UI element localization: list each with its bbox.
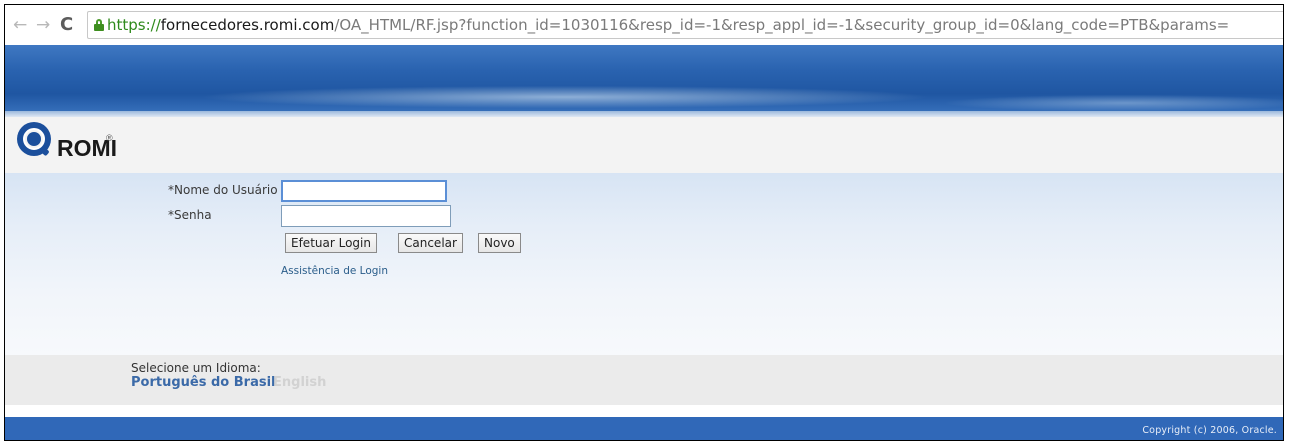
cancel-button[interactable]: Cancelar: [398, 233, 463, 253]
url-host: fornecedores.romi.com: [160, 16, 335, 34]
username-input[interactable]: [281, 180, 447, 202]
romi-logo-icon: [17, 122, 51, 157]
registered-mark: ®: [106, 133, 113, 143]
username-label: *Nome do Usuário: [168, 183, 278, 197]
url-scheme: https://: [107, 16, 161, 34]
language-label: Selecione um Idioma:: [131, 361, 261, 375]
login-form: [5, 173, 1283, 355]
lock-icon: [94, 19, 104, 31]
password-input[interactable]: [281, 205, 451, 227]
copyright-text: Copyright (c) 2006, Oracle.: [1142, 425, 1277, 436]
language-current: Português do Brasil: [131, 375, 276, 390]
url-path: /OA_HTML/RF.jsp?function_id=1030116&resp…: [334, 16, 1230, 34]
address-bar[interactable]: https://fornecedores.romi.com/OA_HTML/RF…: [87, 11, 1283, 39]
language-english-link[interactable]: English: [273, 375, 326, 390]
browser-toolbar: ← → C https://fornecedores.romi.com/OA_H…: [5, 5, 1283, 46]
header-banner: [5, 45, 1283, 115]
login-button[interactable]: Efetuar Login: [285, 233, 377, 253]
footer-bar: Copyright (c) 2006, Oracle.: [5, 417, 1283, 440]
back-icon[interactable]: ←: [13, 15, 27, 35]
logo-bar: ROMI ®: [5, 117, 1283, 173]
reload-icon[interactable]: C: [60, 15, 73, 35]
new-button[interactable]: Novo: [478, 233, 521, 253]
forward-icon[interactable]: →: [36, 15, 50, 35]
login-help-link[interactable]: Assistência de Login: [281, 265, 388, 277]
browser-window: ← → C https://fornecedores.romi.com/OA_H…: [4, 4, 1284, 441]
password-label: *Senha: [168, 208, 212, 222]
